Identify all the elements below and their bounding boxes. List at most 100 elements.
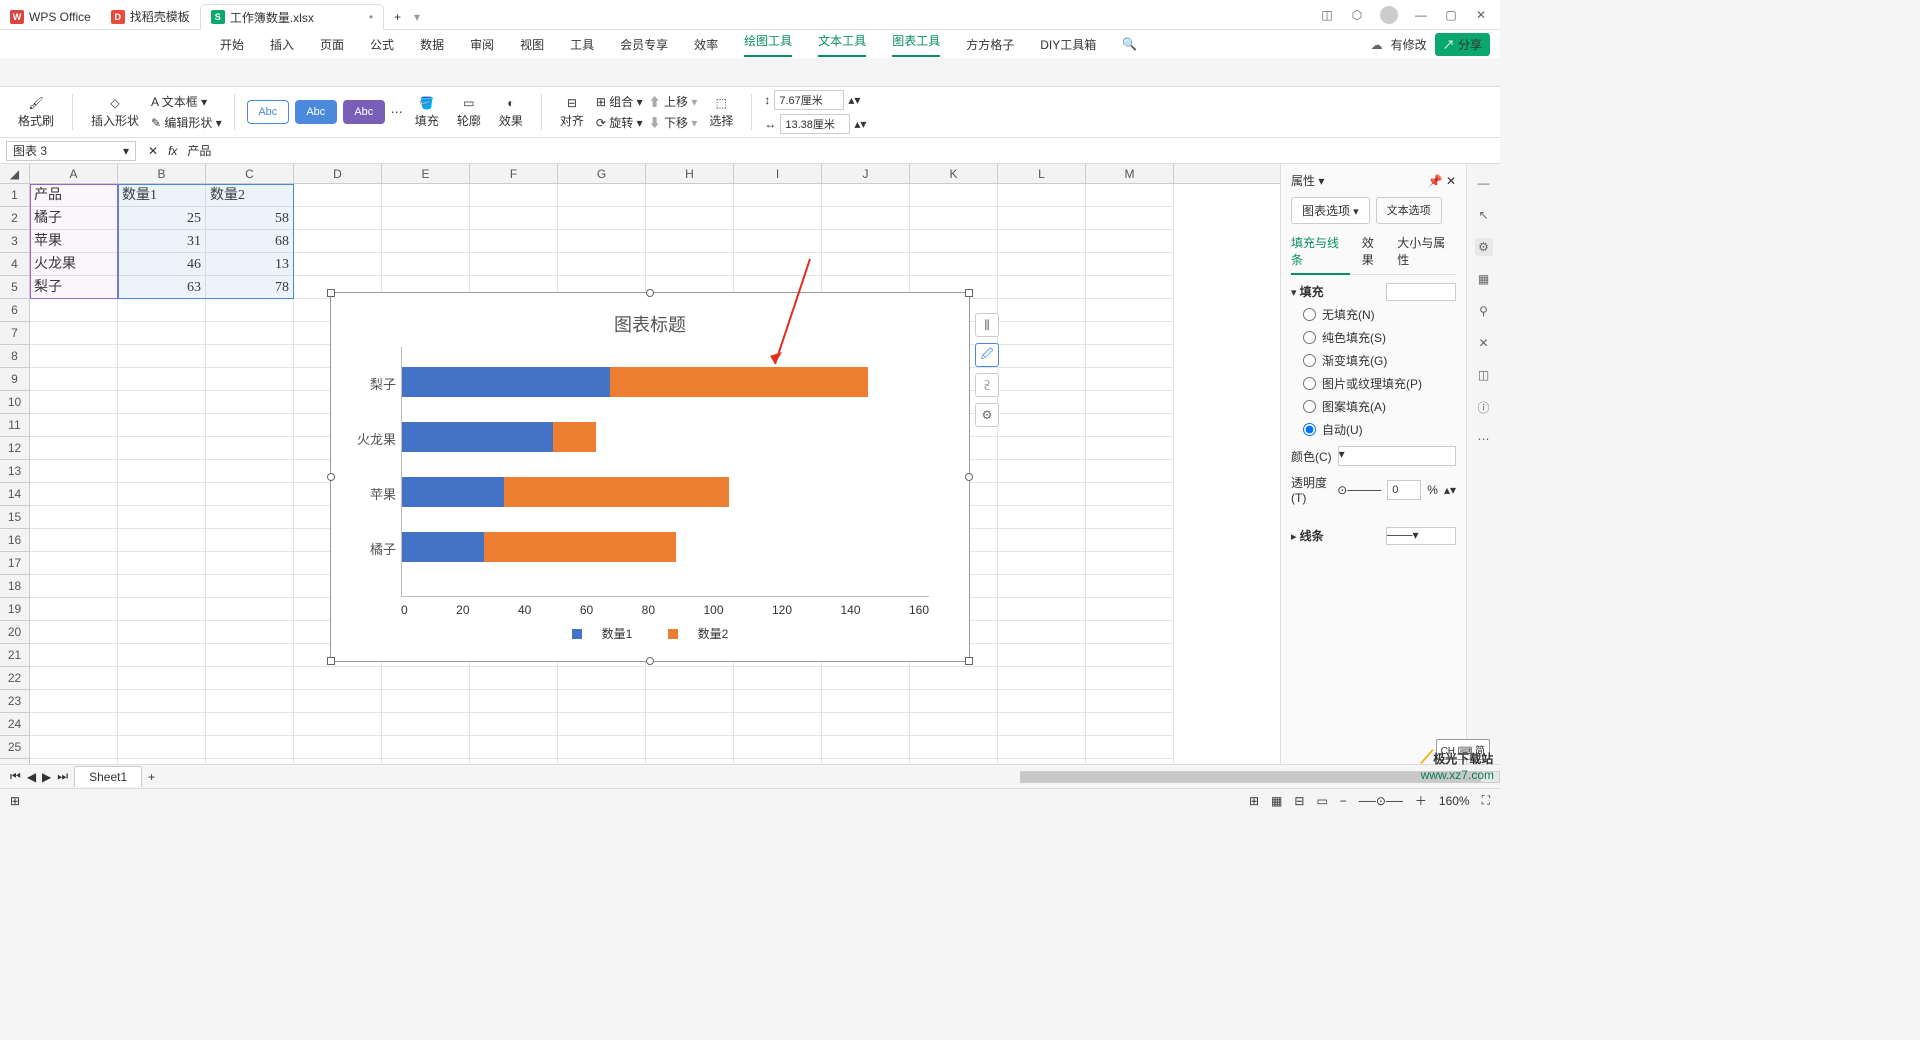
cell[interactable] [30,391,118,414]
cell[interactable] [118,575,206,598]
cell[interactable] [206,299,294,322]
effect-button[interactable]: ◐效果 [493,96,529,129]
cell[interactable] [998,667,1086,690]
resize-handle[interactable] [965,289,973,297]
col-G[interactable]: G [558,164,646,183]
cell[interactable] [30,552,118,575]
app-icon[interactable]: ◫ [1320,8,1334,22]
menu-data[interactable]: 数据 [420,36,444,53]
row-header[interactable]: 13 [0,460,30,483]
cell[interactable] [30,713,118,736]
radio-no-fill[interactable]: 无填充(N) [1303,306,1456,323]
cell[interactable] [470,667,558,690]
col-J[interactable]: J [822,164,910,183]
grid[interactable]: 1产品数量1数量2 2橘子2558 3苹果3168 4火龙果4613 5梨子63… [0,184,1280,800]
cell[interactable] [1086,368,1174,391]
row-header[interactable]: 20 [0,621,30,644]
column-headers[interactable]: ◢ A B C D E F G H I J K L M [0,164,1280,184]
cell[interactable] [558,667,646,690]
first-sheet-icon[interactable]: ⏮ [10,769,21,784]
spreadsheet[interactable]: ◢ A B C D E F G H I J K L M 1产品数量1数量2 2橘… [0,164,1280,800]
cell[interactable] [1086,391,1174,414]
line-preset[interactable]: ───▾ [1386,527,1456,545]
cell[interactable] [118,736,206,759]
cell[interactable] [30,598,118,621]
cell[interactable] [1086,414,1174,437]
cell[interactable] [910,690,998,713]
opacity-input[interactable] [1387,480,1421,500]
cell[interactable] [1086,667,1174,690]
cell[interactable] [1086,713,1174,736]
rotate-button[interactable]: ⟳ 旋转 ▾ [596,114,643,131]
fill-button[interactable]: 🪣填充 [409,96,445,129]
cursor-icon[interactable]: ↖ [1475,206,1493,224]
cell[interactable] [30,483,118,506]
width-input[interactable] [780,114,850,134]
cell[interactable] [118,713,206,736]
cell[interactable] [998,529,1086,552]
sheet-tab[interactable]: Sheet1 [74,766,142,787]
zoom-out-icon[interactable]: − [1340,794,1347,808]
cell[interactable] [30,437,118,460]
row-header[interactable]: 23 [0,690,30,713]
cell[interactable] [822,736,910,759]
cell[interactable] [118,437,206,460]
cell[interactable] [30,368,118,391]
cell[interactable] [206,529,294,552]
cell[interactable] [646,736,734,759]
search-icon[interactable]: 🔍 [1122,37,1137,51]
next-sheet-icon[interactable]: ▶ [42,770,51,784]
radio-solid-fill[interactable]: 纯色填充(S) [1303,329,1456,346]
row-header[interactable]: 5 [0,276,30,299]
cell[interactable] [734,667,822,690]
resize-handle[interactable] [646,289,654,297]
chart-filter-icon[interactable]: ⫔ [975,373,999,397]
cell[interactable] [118,644,206,667]
cell[interactable] [470,736,558,759]
cell[interactable] [558,713,646,736]
edit-shape-button[interactable]: ✎ 编辑形状 ▾ [151,114,222,131]
cell[interactable] [118,598,206,621]
color-picker[interactable]: ▾ [1338,446,1456,466]
cell[interactable] [30,460,118,483]
col-C[interactable]: C [206,164,294,183]
chart-object[interactable]: 图表标题 梨子火龙果苹果橘子020406080100120140160 数量1 … [330,292,970,662]
cell[interactable]: 产品 [30,184,118,207]
cell[interactable] [998,345,1086,368]
cell[interactable] [1086,437,1174,460]
cell[interactable] [1086,621,1174,644]
row-header[interactable]: 4 [0,253,30,276]
cell[interactable] [30,506,118,529]
tab-wps[interactable]: WWPS Office [0,4,101,30]
style-1[interactable]: Abc [247,100,289,124]
formula-input[interactable]: 产品 [187,142,211,159]
cell[interactable]: 13 [206,253,294,276]
cell[interactable] [734,713,822,736]
cell[interactable] [910,736,998,759]
row-header[interactable]: 3 [0,230,30,253]
chevron-down-icon[interactable]: ▾ [414,10,420,24]
row-header[interactable]: 2 [0,207,30,230]
cell[interactable] [998,460,1086,483]
subtab-size[interactable]: 大小与属性 [1397,234,1456,268]
more-icon[interactable]: ⋯ [1475,430,1493,448]
height-input[interactable] [774,90,844,110]
chart-style-icon[interactable]: 🖉 [975,343,999,367]
cell[interactable] [294,690,382,713]
menu-texttools[interactable]: 文本工具 [818,32,866,57]
cell[interactable] [118,483,206,506]
chart-settings-icon[interactable]: ⚙ [975,403,999,427]
tool-icon[interactable]: ✕ [1475,334,1493,352]
cell[interactable] [646,713,734,736]
tool-icon[interactable]: ◫ [1475,366,1493,384]
col-D[interactable]: D [294,164,382,183]
cell[interactable] [998,483,1086,506]
row-header[interactable]: 6 [0,299,30,322]
fill-preset[interactable] [1386,283,1456,301]
cell[interactable] [118,529,206,552]
fx-icon[interactable]: fx [168,144,177,158]
style-3[interactable]: Abc [343,100,385,124]
row-header[interactable]: 22 [0,667,30,690]
layers-icon[interactable]: ▦ [1475,270,1493,288]
cell[interactable] [1086,322,1174,345]
